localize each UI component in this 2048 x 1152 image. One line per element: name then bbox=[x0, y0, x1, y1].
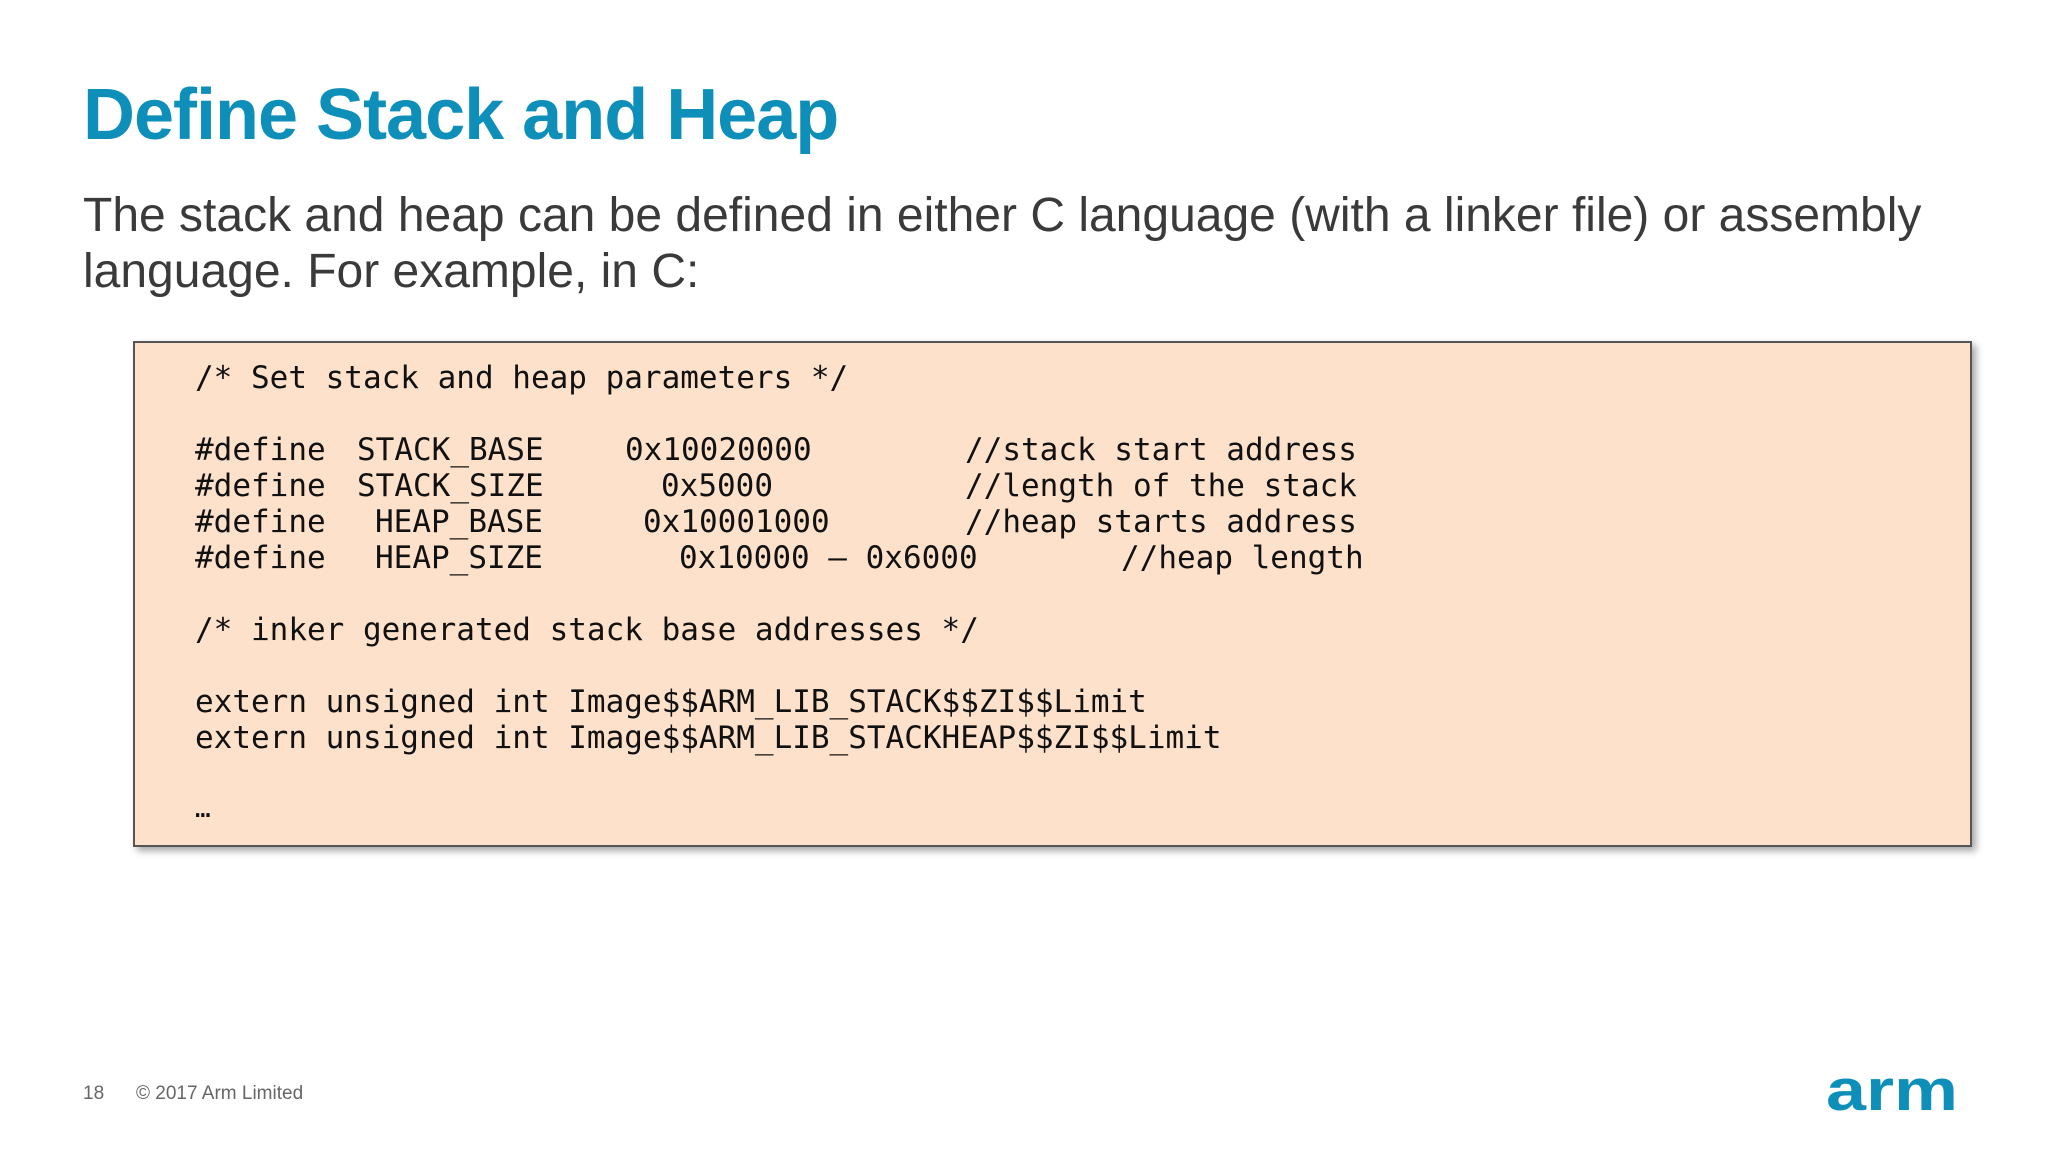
define-comment: //length of the stack bbox=[965, 468, 1357, 504]
code-extern-stackheap: extern unsigned int Image$$ARM_LIB_STACK… bbox=[195, 720, 1222, 756]
define-value: 0x5000 bbox=[661, 468, 773, 504]
page-number: 18 bbox=[83, 1083, 105, 1104]
arm-logo-text: arm bbox=[1826, 1070, 1958, 1118]
define-name: HEAP_SIZE bbox=[375, 540, 543, 576]
define-keyword: #define bbox=[195, 432, 326, 468]
define-keyword: #define bbox=[195, 504, 326, 540]
define-value: 0x10001000 bbox=[643, 504, 830, 540]
code-comment-parameters: /* Set stack and heap parameters */ bbox=[195, 360, 849, 396]
slide-title: Define Stack and Heap bbox=[83, 75, 839, 155]
define-name: STACK_BASE bbox=[357, 432, 544, 468]
define-keyword: #define bbox=[195, 468, 326, 504]
code-block: /* Set stack and heap parameters */ #def… bbox=[133, 341, 1972, 847]
define-name: HEAP_BASE bbox=[375, 504, 543, 540]
code-comment-linker: /* inker generated stack base addresses … bbox=[195, 612, 979, 648]
define-comment: //stack start address bbox=[965, 432, 1357, 468]
slide-body-text: The stack and heap can be defined in eit… bbox=[83, 189, 1922, 298]
slide: Define Stack and Heap The stack and heap… bbox=[0, 0, 2048, 1152]
copyright-notice: © 2017 Arm Limited bbox=[136, 1083, 304, 1104]
define-comment: //heap length bbox=[1121, 540, 1364, 576]
define-keyword: #define bbox=[195, 540, 326, 576]
define-value: 0x10020000 bbox=[625, 432, 812, 468]
define-value: 0x10000 – 0x6000 bbox=[679, 540, 978, 576]
arm-logo: arm bbox=[1826, 1070, 1958, 1118]
code-ellipsis: … bbox=[195, 794, 211, 824]
define-comment: //heap starts address bbox=[965, 504, 1357, 540]
code-extern-stack: extern unsigned int Image$$ARM_LIB_STACK… bbox=[195, 684, 1147, 720]
define-name: STACK_SIZE bbox=[357, 468, 544, 504]
